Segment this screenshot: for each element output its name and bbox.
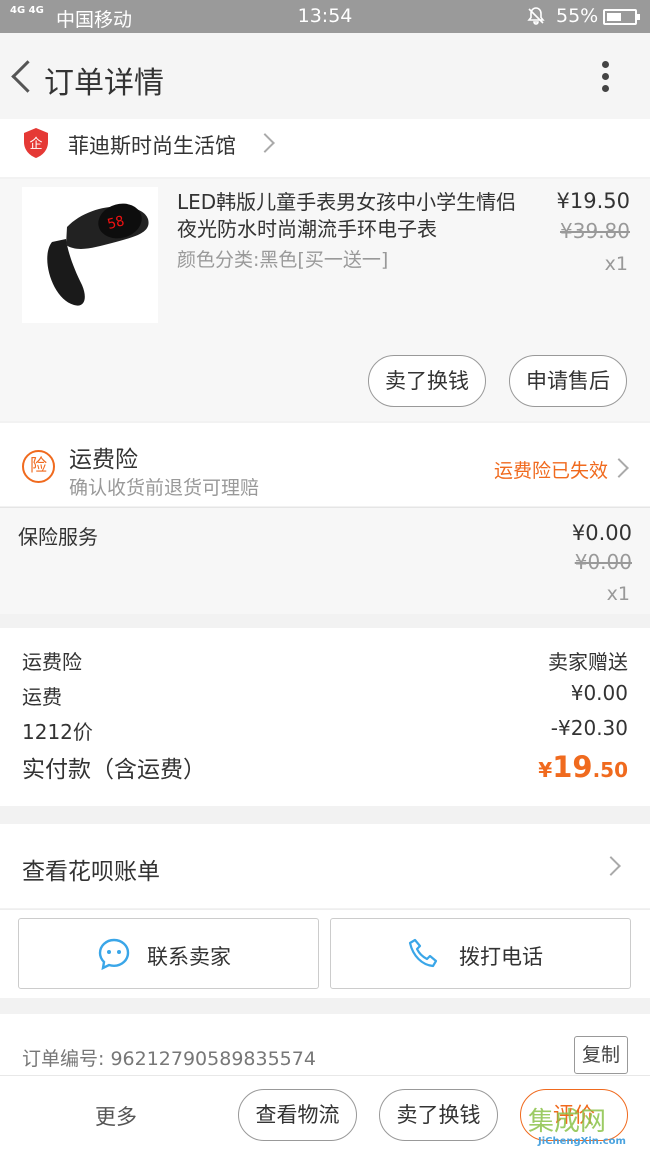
summary-row: 1212价 -¥20.30 [22,716,628,746]
order-number: 订单编号: 96212790589835574 [22,1048,316,1070]
sell-for-cash-button[interactable]: 卖了换钱 [379,1089,498,1141]
copy-button[interactable]: 复制 [574,1036,628,1074]
contact-bar: 联系卖家 拨打电话 [0,909,650,998]
product-price: ¥19.50 [556,189,630,213]
summary-value: 卖家赠送 [548,650,628,674]
price-summary: 运费险 卖家赠送 运费 ¥0.00 1212价 -¥20.30 实付款（含运费）… [0,628,650,806]
product-spec: 颜色分类:黑色[买一送一] [177,249,389,271]
more-button[interactable]: 更多 [95,1101,137,1131]
status-time: 13:54 [297,5,353,27]
watermark-url: JiChengXin.com [538,1136,626,1147]
summary-row: 运费 ¥0.00 [22,681,628,711]
chevron-right-icon [609,458,629,478]
product-quantity: x1 [604,253,628,275]
insurance-icon: 险 [22,450,55,483]
insurance-subtitle: 确认收货前退货可理赔 [69,477,260,499]
call-phone-button[interactable]: 拨打电话 [330,918,631,989]
battery-icon [603,9,640,25]
total-label: 实付款（含运费） [22,757,206,783]
summary-row: 运费险 卖家赠送 [22,646,628,676]
insurance-title: 运费险 [69,447,138,473]
phone-icon [407,937,441,975]
service-price: ¥0.00 [571,521,632,545]
summary-value: ¥0.00 [570,681,628,705]
back-arrow-icon[interactable] [8,55,38,95]
shipping-insurance-row[interactable]: 险 运费险 确认收货前退货可理赔 运费险已失效 [0,423,650,506]
battery-percent: 55% [556,5,599,27]
call-phone-label: 拨打电话 [459,945,543,969]
view-logistics-button[interactable]: 查看物流 [238,1089,357,1141]
service-quantity: x1 [606,583,630,605]
chat-bubble-icon [97,937,131,975]
total-row: 实付款（含运费） ¥19.50 [22,750,628,790]
watermark-logo: 集成网 JiChengXin.com [528,1101,650,1155]
summary-key: 1212价 [22,720,93,744]
insurance-status: 运费险已失效 [493,460,608,482]
product-item[interactable]: 58 LED韩版儿童手表男女孩中小学生情侣夜光防水时尚潮流手环电子表 颜色分类:… [0,179,650,421]
total-amount: ¥19.50 [538,750,628,784]
product-name: LED韩版儿童手表男女孩中小学生情侣夜光防水时尚潮流手环电子表 [177,190,517,241]
status-bar: 4G 4G 中国移动 13:54 55% [0,0,650,33]
product-original-price: ¥39.80 [560,219,630,243]
huabei-bill-row[interactable]: 查看花呗账单 [0,824,650,908]
mute-bell-icon [526,6,546,31]
shop-shield-icon: 企 [22,127,50,159]
huabei-label: 查看花呗账单 [22,859,160,885]
insurance-service-item: 保险服务 ¥0.00 ¥0.00 x1 [0,507,650,614]
after-sale-button[interactable]: 申请售后 [509,355,627,407]
shop-name: 菲迪斯时尚生活馆 [68,134,236,158]
summary-value: -¥20.30 [550,716,628,740]
sell-for-cash-button[interactable]: 卖了换钱 [368,355,486,407]
svg-text:企: 企 [29,136,42,152]
chevron-right-icon [601,856,621,876]
service-label: 保险服务 [18,525,98,549]
contact-seller-button[interactable]: 联系卖家 [18,918,319,989]
service-original-price: ¥0.00 [574,550,632,574]
battery-level [607,13,621,21]
shop-row[interactable]: 企 菲迪斯时尚生活馆 [0,119,650,177]
summary-key: 运费 [22,685,62,709]
nav-bar: 订单详情 [0,33,650,119]
contact-seller-label: 联系卖家 [147,945,231,969]
chevron-right-icon [255,133,275,153]
summary-key: 运费险 [22,650,82,674]
watermark-text: 集成网 [528,1107,607,1137]
order-number-row: 订单编号: 96212790589835574 复制 [0,1014,650,1080]
page-title: 订单详情 [44,66,164,101]
product-image: 58 [22,187,158,323]
more-vertical-icon[interactable] [594,57,618,97]
